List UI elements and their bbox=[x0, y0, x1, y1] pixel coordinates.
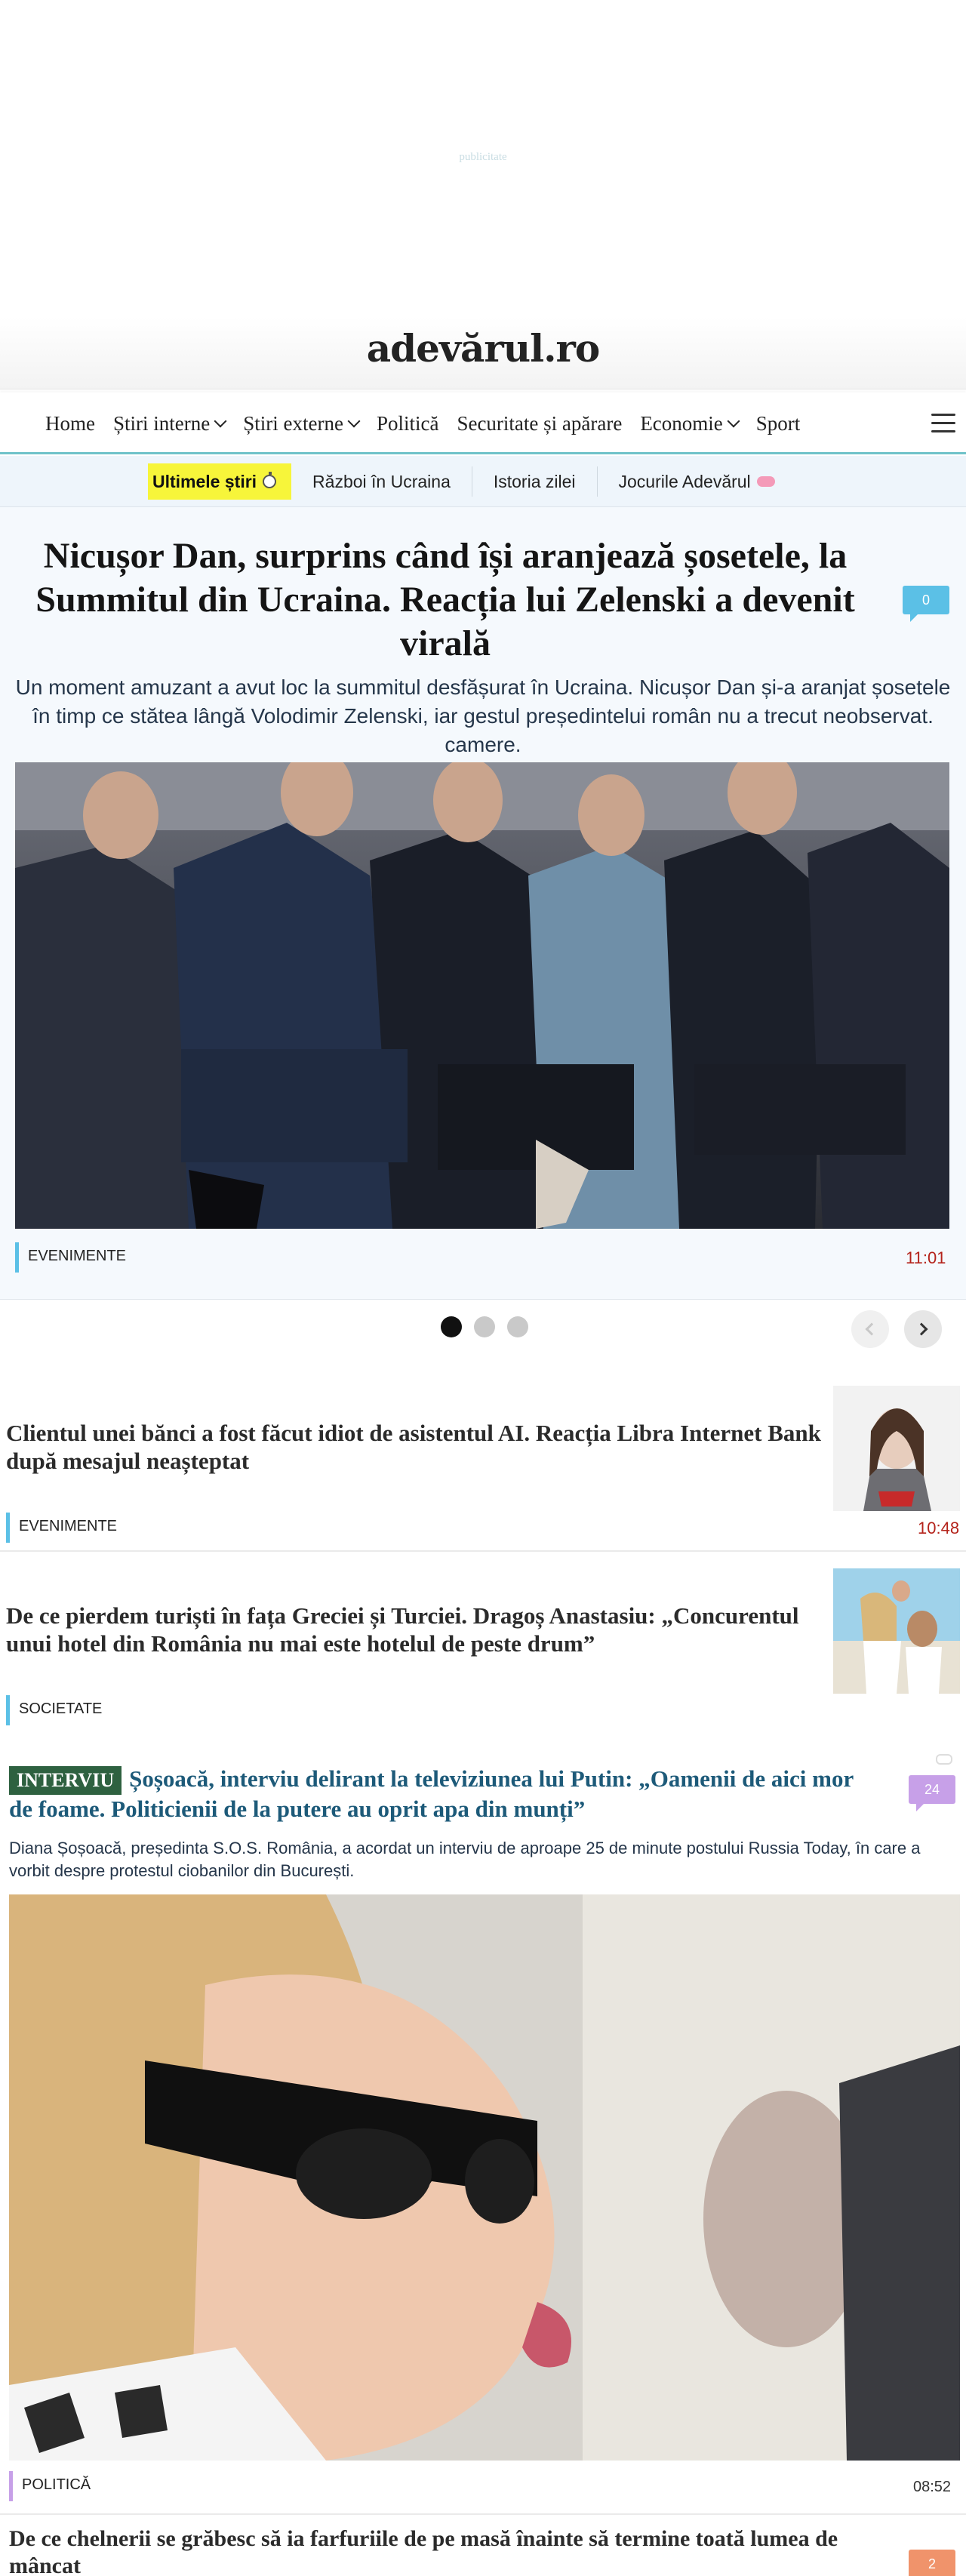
publish-time: 11:01 bbox=[906, 1248, 946, 1267]
publish-time: 10:48 bbox=[918, 1519, 960, 1537]
chevron-down-icon bbox=[214, 414, 227, 428]
chevron-down-icon bbox=[727, 414, 740, 428]
nav-item-securitate[interactable]: Securitate și apărare bbox=[457, 412, 622, 435]
carousel-next-button[interactable] bbox=[904, 1310, 942, 1348]
carousel-dot-1[interactable] bbox=[441, 1316, 462, 1337]
ad-label: publicitate bbox=[459, 151, 507, 163]
article-title[interactable]: INTERVIU Șoșoacă, interviu delirant la te… bbox=[9, 1765, 862, 1823]
carousel-dots bbox=[441, 1316, 528, 1337]
category-tag[interactable]: EVENIMENTE bbox=[6, 1513, 117, 1543]
publish-time: 08:52 bbox=[913, 2479, 952, 2495]
article-title[interactable]: De ce chelnerii se grăbesc să ia farfuri… bbox=[9, 2525, 869, 2576]
subnav-item-games[interactable]: Jocurile Adevărul bbox=[598, 466, 796, 497]
nav-item-home[interactable]: Home bbox=[45, 412, 95, 435]
comment-count-badge[interactable]: 2 bbox=[909, 2550, 955, 2576]
nav-item-politica[interactable]: Politică bbox=[377, 412, 439, 435]
hero-title[interactable]: Nicușor Dan, surprins când își aranjează… bbox=[15, 534, 875, 666]
category-tag[interactable]: EVENIMENTE bbox=[15, 1242, 126, 1273]
chevron-right-icon bbox=[915, 1322, 928, 1336]
comment-count-badge[interactable]: 24 bbox=[909, 1775, 955, 1811]
article-title[interactable]: Clientul unei bănci a fost făcut idiot d… bbox=[6, 1419, 821, 1475]
advertisement-area: publicitate bbox=[0, 0, 966, 317]
divider bbox=[0, 1550, 966, 1552]
stopwatch-icon bbox=[263, 472, 277, 488]
comment-count-badge[interactable]: 0 bbox=[903, 586, 949, 622]
subnav-item-ukraine-war[interactable]: Război în Ucraina bbox=[291, 466, 472, 497]
carousel-prev-button[interactable] bbox=[851, 1310, 889, 1348]
subnav-item-history[interactable]: Istoria zilei bbox=[472, 466, 598, 497]
article-lead: Diana Șoșoacă, președinta S.O.S. România… bbox=[9, 1839, 921, 1880]
carousel-dot-2[interactable] bbox=[474, 1316, 495, 1337]
nav-item-stiri-externe[interactable]: Știri externe bbox=[243, 412, 361, 435]
article-thumbnail[interactable] bbox=[833, 1386, 960, 1511]
article-title[interactable]: De ce pierdem turiști în fața Greciei și… bbox=[6, 1602, 821, 1657]
hero-lead: Un moment amuzant a avut loc la summitul… bbox=[15, 676, 951, 756]
brain-icon bbox=[756, 476, 775, 487]
interview-badge: INTERVIU bbox=[9, 1766, 122, 1795]
latest-news-button[interactable]: Ultimele știri bbox=[148, 463, 292, 500]
article-image[interactable] bbox=[9, 1894, 960, 2461]
divider bbox=[0, 2513, 966, 2515]
category-tag[interactable]: POLITICĂ bbox=[9, 2471, 91, 2501]
nav-item-economie[interactable]: Economie bbox=[640, 412, 740, 435]
chevron-left-icon bbox=[865, 1322, 878, 1336]
hamburger-icon[interactable] bbox=[931, 414, 955, 433]
chevron-down-icon bbox=[347, 414, 361, 428]
category-tag[interactable]: SOCIETATE bbox=[6, 1695, 102, 1725]
main-navigation: Home Știri interne Știri externe Politic… bbox=[0, 392, 966, 454]
article-thumbnail[interactable] bbox=[833, 1568, 960, 1694]
site-logo[interactable]: adevărul.ro bbox=[0, 326, 966, 371]
nav-item-stiri-interne[interactable]: Știri interne bbox=[113, 412, 227, 435]
hero-image[interactable] bbox=[15, 762, 949, 1229]
share-icon[interactable] bbox=[936, 1754, 952, 1765]
nav-item-sport[interactable]: Sport bbox=[756, 412, 801, 435]
carousel-dot-3[interactable] bbox=[507, 1316, 528, 1337]
secondary-navigation: Ultimele știri Război în Ucraina Istoria… bbox=[0, 456, 966, 507]
